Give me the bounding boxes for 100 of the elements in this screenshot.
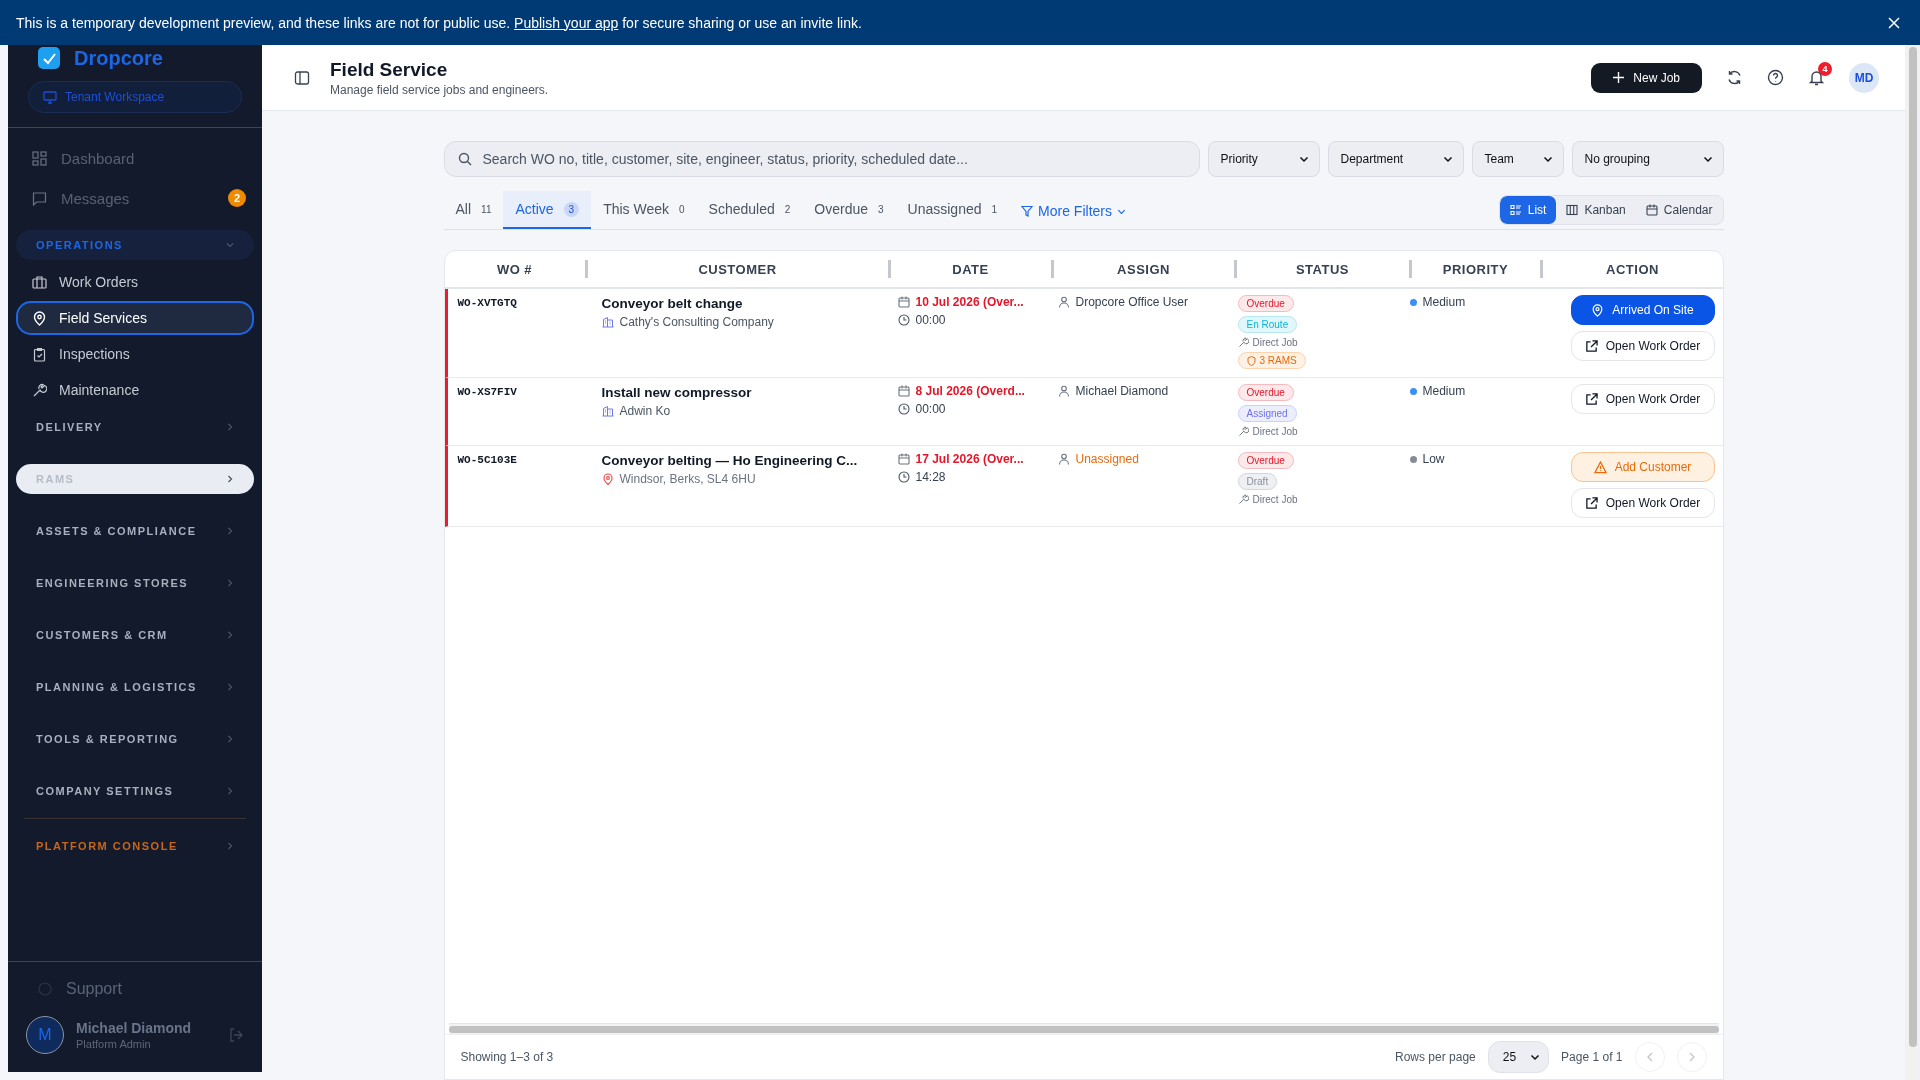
nav-section[interactable]: CUSTOMERS & CRM [16, 620, 254, 650]
building-icon [601, 405, 614, 417]
chevron-icon [1530, 1052, 1541, 1062]
assignee: Michael Diamond [1075, 384, 1169, 398]
wo-number: WO-XS7FIV [457, 386, 517, 398]
clock-icon [897, 314, 910, 326]
action-button[interactable]: Open Work Order [1570, 488, 1715, 518]
user-name: Michael Diamond [76, 1020, 193, 1036]
filter-dropdown[interactable]: Priority [1207, 141, 1320, 177]
customer-name: Cathy's Consulting Company [619, 315, 774, 329]
table-row[interactable]: WO-XVTGTQ Conveyor belt change Cathy's Consulting Company 10 Jul 2026 (Over... 00:00 Dropcore Office User Overdue En Route Direct Job 3 RAMS Medium Arrived On Site Open Work Order [444, 289, 1723, 378]
filter-tab[interactable]: All 11 [443, 191, 504, 229]
calendar-icon [897, 385, 910, 397]
new-job-button[interactable]: New Job [1591, 62, 1702, 93]
external-link-icon [1584, 339, 1598, 353]
customer-name: Adwin Ko [619, 404, 671, 418]
scheduled-time: 14:28 [915, 470, 946, 484]
view-toggle[interactable]: Calendar [1635, 196, 1723, 224]
site-address: Windsor, Berks, SL4 6HU [619, 472, 756, 486]
filter-tab[interactable]: Overdue 3 [802, 191, 896, 229]
clock-icon [897, 471, 910, 483]
action-button[interactable]: Open Work Order [1570, 384, 1715, 414]
job-type: Direct Job [1252, 494, 1298, 505]
filter-tab[interactable]: This Week 0 [591, 191, 697, 229]
clock-icon [897, 403, 910, 415]
filter-dropdown[interactable]: No grouping [1571, 141, 1724, 177]
nav-section[interactable]: PLATFORM CONSOLE [16, 831, 254, 861]
filter-tab[interactable]: Scheduled 2 [696, 191, 803, 229]
filter-tab[interactable]: Active 3 [503, 191, 592, 229]
more-filters-link[interactable]: More Filters [1021, 193, 1126, 229]
wrench-icon [1237, 426, 1249, 437]
view-toggle[interactable]: Kanban [1556, 196, 1636, 224]
external-link-icon [1584, 392, 1598, 406]
column-header: CUSTOMER [698, 261, 777, 277]
chevron-icon [226, 683, 234, 691]
chevron-icon [1542, 154, 1553, 164]
filter-dropdown[interactable]: Team [1471, 141, 1564, 177]
nav-item[interactable]: Maintenance [16, 373, 254, 407]
search-icon [457, 152, 472, 166]
status-tag: Assigned [1237, 405, 1297, 422]
column-header: STATUS [1295, 261, 1350, 277]
chevron-icon [226, 631, 234, 639]
user-avatar[interactable]: MD [1849, 62, 1879, 93]
notification-count: 4 [1818, 62, 1832, 76]
page-subtitle: Manage field service jobs and engineers. [330, 82, 549, 97]
person-icon [1057, 385, 1070, 397]
nav-item[interactable]: Field Services [16, 301, 254, 335]
plus-icon [1613, 72, 1625, 83]
action-button[interactable]: Open Work Order [1570, 331, 1715, 361]
chevron-right-icon [1687, 1052, 1696, 1062]
wo-number: WO-5C103E [457, 454, 517, 466]
person-icon [1057, 453, 1070, 465]
table-row[interactable]: WO-5C103E Conveyor belting — Ho Engineering C... Windsor, Berks, SL4 6HU 17 Jul 2026 (Over... 14:28 Unassigned Overdue Draft Direct Job Low Add Customer Open Work Order [444, 446, 1723, 527]
table-row[interactable]: WO-XS7FIV Install new compressor Adwin Ko 8 Jul 2026 (Overd... 00:00 Michael Diamond Overdue Assigned Direct Job Medium Open Work Order [444, 378, 1723, 446]
status-tag: 3 RAMS [1237, 352, 1306, 369]
vertical-scrollbar[interactable] [1905, 45, 1920, 1080]
priority-label: Low [1422, 452, 1445, 466]
job-title: Install new compressor [601, 385, 752, 400]
nav-section[interactable]: ASSETS & COMPLIANCE [16, 516, 254, 546]
status-tag: Overdue [1237, 384, 1294, 401]
view-toggle[interactable]: List [1499, 196, 1557, 224]
search-field[interactable]: Search WO no, title, customer, site, engineer, status, priority, scheduled date... [443, 141, 1200, 177]
scheduled-date: 10 Jul 2026 (Over... [915, 295, 1024, 309]
nav-section[interactable]: TOOLS & REPORTING [16, 724, 254, 754]
sidebar-toggle-icon[interactable] [294, 69, 310, 86]
close-icon[interactable] [1888, 16, 1900, 29]
clipboard-icon [32, 346, 47, 362]
nav-section[interactable]: COMPANY SETTINGS [16, 776, 254, 806]
column-header: WO # [496, 261, 533, 277]
page-indicator: Page 1 of 1 [1561, 1050, 1623, 1064]
priority-label: Medium [1422, 295, 1466, 309]
wo-number: WO-XVTGTQ [457, 297, 517, 309]
rows-per-page-dropdown[interactable]: 25 [1487, 1041, 1550, 1073]
briefcase-icon [32, 274, 47, 290]
nav-section[interactable]: PLANNING & LOGISTICS [16, 672, 254, 702]
action-button[interactable]: Arrived On Site [1570, 295, 1715, 325]
preview-notice: This is a temporary development preview, and these links are not for public use. Publish your app for secure sharing or use an invite link. [16, 14, 862, 31]
nav-item[interactable]: Work Orders [16, 265, 254, 299]
brand-name: Dropcore [74, 46, 163, 70]
nav-section[interactable]: DELIVERY [16, 412, 254, 442]
nav-item[interactable]: Inspections [16, 337, 254, 371]
chevron-icon [1702, 154, 1713, 164]
refresh-icon[interactable] [1726, 69, 1743, 86]
publish-link[interactable]: Publish your app [514, 14, 619, 31]
status-tag: En Route [1237, 316, 1298, 333]
filter-dropdown[interactable]: Department [1327, 141, 1464, 177]
location-icon [1591, 303, 1605, 317]
calendar-icon [897, 296, 910, 308]
column-header: DATE [952, 261, 989, 277]
external-link-icon [1584, 496, 1598, 510]
filter-tab[interactable]: Unassigned 1 [895, 191, 1010, 229]
column-header: ACTION [1606, 261, 1659, 277]
status-tag: Draft [1237, 473, 1278, 490]
nav-section[interactable]: ENGINEERING STORES [16, 568, 254, 598]
chevron-icon [226, 423, 234, 431]
horizontal-scrollbar[interactable] [448, 1023, 1719, 1034]
rows-per-page-label: Rows per page [1395, 1050, 1476, 1064]
chevron-icon [226, 842, 234, 850]
scheduled-time: 00:00 [915, 402, 946, 416]
job-type: Direct Job [1252, 426, 1298, 437]
